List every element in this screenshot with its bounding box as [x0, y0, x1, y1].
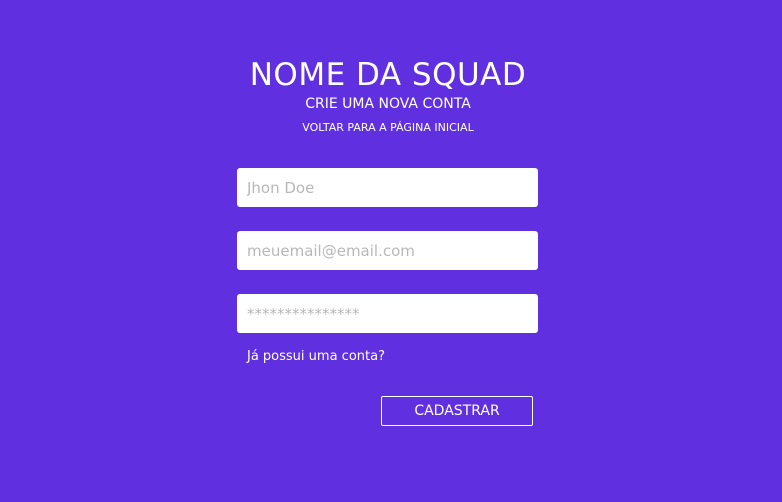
- signup-button[interactable]: CADASTRAR: [381, 396, 533, 426]
- already-have-account-link[interactable]: Já possui uma conta?: [247, 349, 385, 364]
- page-title: NOME DA SQUAD: [249, 57, 527, 93]
- back-to-home-link[interactable]: VOLTAR PARA A PÁGINA INICIAL: [302, 121, 473, 135]
- email-input[interactable]: [237, 231, 538, 270]
- password-input[interactable]: [237, 294, 538, 333]
- page-header: NOME DA SQUAD CRIE UMA NOVA CONTA VOLTAR…: [0, 56, 776, 135]
- name-input[interactable]: [237, 168, 538, 207]
- page-subtitle: CRIE UMA NOVA CONTA: [305, 96, 471, 112]
